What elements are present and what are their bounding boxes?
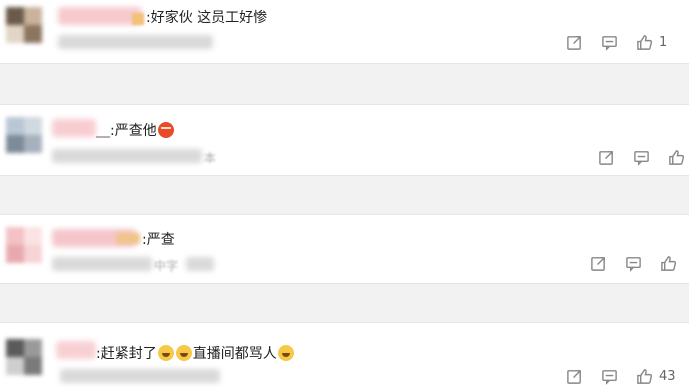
share-icon bbox=[599, 151, 613, 165]
comment-body-part1: :赶紧封了 bbox=[96, 346, 157, 362]
share-button[interactable] bbox=[566, 34, 583, 51]
reply-button[interactable] bbox=[601, 368, 618, 385]
like-button[interactable]: 1 bbox=[636, 34, 667, 51]
share-icon bbox=[567, 370, 581, 384]
avatar[interactable] bbox=[6, 227, 42, 263]
thumbs-up-icon bbox=[669, 150, 685, 165]
like-button[interactable] bbox=[660, 255, 683, 272]
reply-button[interactable] bbox=[633, 149, 650, 166]
comment-body: :严查 bbox=[142, 232, 175, 248]
username-suffix: __ bbox=[96, 122, 110, 138]
comment-actions bbox=[598, 149, 689, 166]
comment-meta-tail: 中字 bbox=[154, 259, 179, 273]
thumbs-up-icon bbox=[637, 35, 653, 50]
comment-text: :严查 bbox=[142, 229, 175, 249]
reply-button[interactable] bbox=[601, 34, 618, 51]
share-icon bbox=[567, 36, 581, 50]
badge-icon bbox=[132, 13, 144, 25]
username[interactable] bbox=[56, 341, 96, 359]
avatar[interactable] bbox=[6, 117, 42, 153]
comment-actions: 1 bbox=[566, 34, 667, 51]
like-button[interactable]: 43 bbox=[636, 368, 676, 385]
reply-button[interactable] bbox=[625, 255, 642, 272]
share-button[interactable] bbox=[590, 255, 607, 272]
comment-icon bbox=[626, 257, 641, 272]
share-icon bbox=[591, 257, 605, 271]
comment-text: __ :严查他 bbox=[96, 120, 175, 140]
comment-meta bbox=[52, 149, 202, 163]
like-count: 43 bbox=[659, 369, 676, 384]
username[interactable] bbox=[52, 119, 96, 137]
comment-text: :好家伙 这员工好惨 bbox=[146, 7, 267, 27]
comment-body: :好家伙 这员工好惨 bbox=[146, 10, 268, 26]
share-button[interactable] bbox=[566, 368, 583, 385]
comment-actions: 43 bbox=[566, 368, 676, 385]
comment-meta bbox=[60, 369, 220, 383]
comment-meta bbox=[58, 35, 213, 49]
comment-icon bbox=[602, 36, 617, 51]
comment-text: :赶紧封了 直播间都骂人 bbox=[96, 343, 295, 363]
comment-meta-tail: 本 bbox=[204, 151, 217, 165]
comment-card: :赶紧封了 直播间都骂人 43 bbox=[0, 322, 689, 390]
crying-laugh-emoji bbox=[157, 345, 174, 361]
comment-body-part2: 直播间都骂人 bbox=[192, 346, 277, 362]
angry-face-emoji bbox=[157, 122, 174, 138]
comment-actions bbox=[590, 255, 683, 272]
crying-laugh-emoji bbox=[277, 345, 294, 361]
comment-icon bbox=[634, 151, 649, 166]
comment-meta-extra bbox=[186, 257, 214, 271]
comment-meta bbox=[52, 257, 152, 271]
avatar[interactable] bbox=[6, 339, 42, 375]
like-count: 1 bbox=[659, 35, 668, 50]
share-button[interactable] bbox=[598, 149, 615, 166]
like-button[interactable] bbox=[668, 149, 689, 166]
thumbs-up-icon bbox=[637, 369, 653, 384]
badge-icon bbox=[116, 233, 140, 244]
comment-card: :好家伙 这员工好惨 1 bbox=[0, 0, 689, 64]
comment-card: :严查 中字 bbox=[0, 214, 689, 284]
comment-icon bbox=[602, 370, 617, 385]
comment-body: :严查他 bbox=[110, 123, 157, 139]
comment-card: __ :严查他 本 bbox=[0, 104, 689, 176]
thumbs-up-icon bbox=[661, 256, 677, 271]
username[interactable] bbox=[58, 7, 142, 25]
avatar[interactable] bbox=[6, 7, 42, 43]
crying-laugh-emoji bbox=[175, 345, 192, 361]
